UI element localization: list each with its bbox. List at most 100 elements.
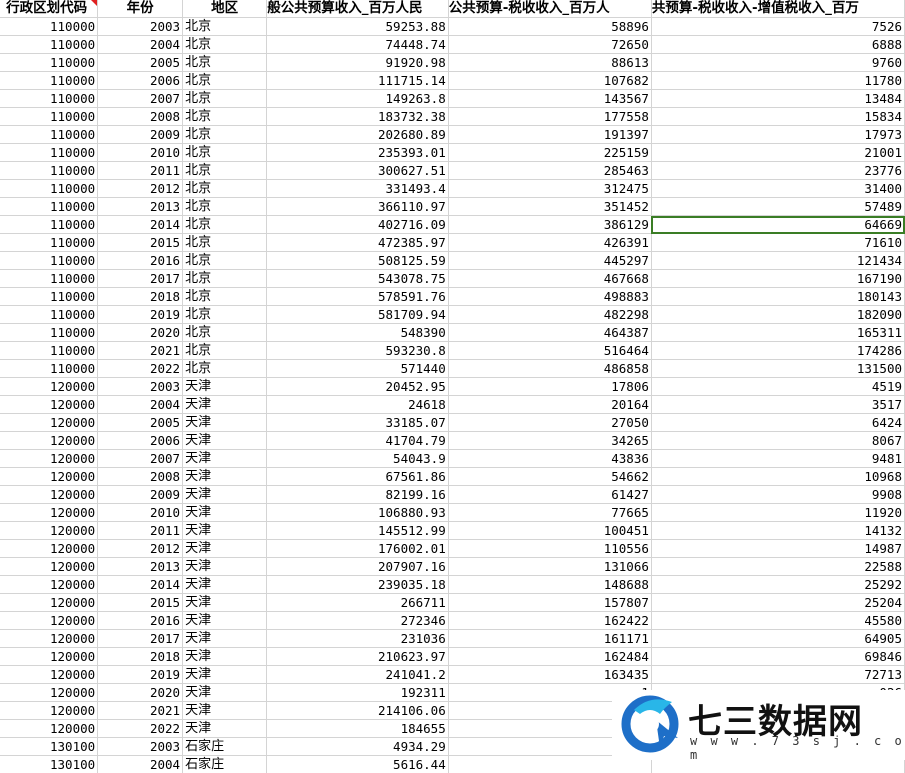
cell-general-budget[interactable]: 266711	[266, 593, 449, 612]
cell-tax[interactable]: 162422	[448, 611, 652, 630]
cell-year[interactable]: 2016	[97, 611, 184, 630]
cell-vat[interactable]: 4519	[651, 377, 905, 396]
cell-year[interactable]: 2015	[97, 593, 184, 612]
cell-general-budget[interactable]: 239035.18	[266, 575, 449, 594]
cell-general-budget[interactable]: 111715.14	[266, 71, 449, 90]
cell-region[interactable]: 北京	[182, 107, 268, 126]
cell-year[interactable]: 2003	[97, 737, 184, 756]
cell-tax[interactable]: 498883	[448, 287, 652, 306]
cell-tax[interactable]: 285463	[448, 161, 652, 180]
cell-year[interactable]: 2003	[97, 377, 184, 396]
cell-year[interactable]: 2009	[97, 485, 184, 504]
cell-region[interactable]: 天津	[182, 557, 268, 576]
cell-region[interactable]: 北京	[182, 305, 268, 324]
cell-code[interactable]: 130100	[0, 737, 99, 756]
cell-year[interactable]: 2021	[97, 701, 184, 720]
cell-vat[interactable]: 31400	[651, 179, 905, 198]
cell-region[interactable]: 天津	[182, 503, 268, 522]
cell-year[interactable]: 2004	[97, 395, 184, 414]
cell-year[interactable]: 2006	[97, 71, 184, 90]
cell-code[interactable]: 120000	[0, 449, 99, 468]
cell-general-budget[interactable]: 4934.29	[266, 737, 449, 756]
cell-region[interactable]: 北京	[182, 251, 268, 270]
cell-code[interactable]: 110000	[0, 179, 99, 198]
column-header-code[interactable]: 行政区划代码	[0, 0, 99, 18]
cell-tax[interactable]: 27050	[448, 413, 652, 432]
cell-tax[interactable]: 163435	[448, 665, 652, 684]
cell-tax[interactable]: 225159	[448, 143, 652, 162]
cell-vat[interactable]: 72713	[651, 665, 905, 684]
cell-region[interactable]: 北京	[182, 341, 268, 360]
cell-region[interactable]: 天津	[182, 629, 268, 648]
cell-vat[interactable]: 21001	[651, 143, 905, 162]
cell-tax[interactable]: 467668	[448, 269, 652, 288]
cell-region[interactable]: 北京	[182, 233, 268, 252]
cell-code[interactable]: 110000	[0, 287, 99, 306]
cell-vat[interactable]: 17973	[651, 125, 905, 144]
cell-code[interactable]: 120000	[0, 395, 99, 414]
column-header-tax-revenue[interactable]: 公共预算-税收收入_百万人	[448, 0, 652, 18]
cell-region[interactable]: 天津	[182, 719, 268, 738]
cell-region[interactable]: 北京	[182, 215, 268, 234]
cell-vat[interactable]: 174286	[651, 341, 905, 360]
cell-vat[interactable]: 6424	[651, 413, 905, 432]
cell-vat[interactable]: 14987	[651, 539, 905, 558]
cell-year[interactable]: 2021	[97, 341, 184, 360]
cell-year[interactable]: 2020	[97, 323, 184, 342]
cell-year[interactable]: 2022	[97, 359, 184, 378]
column-header-region[interactable]: 地区	[182, 0, 268, 18]
cell-general-budget[interactable]: 202680.89	[266, 125, 449, 144]
cell-region[interactable]: 石家庄	[182, 737, 268, 756]
cell-tax[interactable]: 148688	[448, 575, 652, 594]
cell-year[interactable]: 2018	[97, 647, 184, 666]
cell-code[interactable]: 110000	[0, 197, 99, 216]
cell-year[interactable]: 2010	[97, 503, 184, 522]
cell-region[interactable]: 天津	[182, 539, 268, 558]
cell-vat[interactable]: 9908	[651, 485, 905, 504]
cell-code[interactable]: 120000	[0, 503, 99, 522]
cell-general-budget[interactable]: 593230.8	[266, 341, 449, 360]
comment-indicator[interactable]	[91, 0, 97, 6]
cell-general-budget[interactable]: 508125.59	[266, 251, 449, 270]
cell-tax[interactable]: 100451	[448, 521, 652, 540]
cell-tax[interactable]: 486858	[448, 359, 652, 378]
cell-year[interactable]: 2020	[97, 683, 184, 702]
cell-code[interactable]: 120000	[0, 683, 99, 702]
cell-vat[interactable]: 121434	[651, 251, 905, 270]
cell-code[interactable]: 110000	[0, 125, 99, 144]
cell-code[interactable]: 120000	[0, 647, 99, 666]
cell-year[interactable]: 2019	[97, 665, 184, 684]
cell-tax[interactable]: 77665	[448, 503, 652, 522]
cell-year[interactable]: 2017	[97, 629, 184, 648]
cell-general-budget[interactable]: 543078.75	[266, 269, 449, 288]
cell-region[interactable]: 北京	[182, 89, 268, 108]
cell-region[interactable]: 北京	[182, 143, 268, 162]
cell-general-budget[interactable]: 235393.01	[266, 143, 449, 162]
cell-year[interactable]: 2004	[97, 755, 184, 773]
cell-region[interactable]: 北京	[182, 197, 268, 216]
cell-year[interactable]: 2013	[97, 557, 184, 576]
cell-general-budget[interactable]: 149263.8	[266, 89, 449, 108]
cell-general-budget[interactable]: 210623.97	[266, 647, 449, 666]
cell-year[interactable]: 2009	[97, 125, 184, 144]
cell-tax[interactable]: 177558	[448, 107, 652, 126]
cell-tax[interactable]: 386129	[448, 215, 652, 234]
column-header-general-budget-revenue[interactable]: 般公共预算收入_百万人民	[266, 0, 449, 18]
cell-general-budget[interactable]: 192311	[266, 683, 449, 702]
cell-region[interactable]: 天津	[182, 701, 268, 720]
column-header-vat-revenue[interactable]: 共预算-税收收入-增值税收入_百万	[651, 0, 905, 18]
cell-region[interactable]: 天津	[182, 611, 268, 630]
cell-code[interactable]: 110000	[0, 35, 99, 54]
cell-region[interactable]: 石家庄	[182, 755, 268, 773]
cell-year[interactable]: 2007	[97, 89, 184, 108]
cell-year[interactable]: 2012	[97, 539, 184, 558]
cell-general-budget[interactable]: 231036	[266, 629, 449, 648]
cell-vat[interactable]: 131500	[651, 359, 905, 378]
cell-region[interactable]: 天津	[182, 377, 268, 396]
cell-year[interactable]: 2007	[97, 449, 184, 468]
cell-tax[interactable]: 516464	[448, 341, 652, 360]
cell-general-budget[interactable]: 571440	[266, 359, 449, 378]
cell-year[interactable]: 2012	[97, 179, 184, 198]
cell-general-budget[interactable]: 548390	[266, 323, 449, 342]
cell-code[interactable]: 120000	[0, 593, 99, 612]
